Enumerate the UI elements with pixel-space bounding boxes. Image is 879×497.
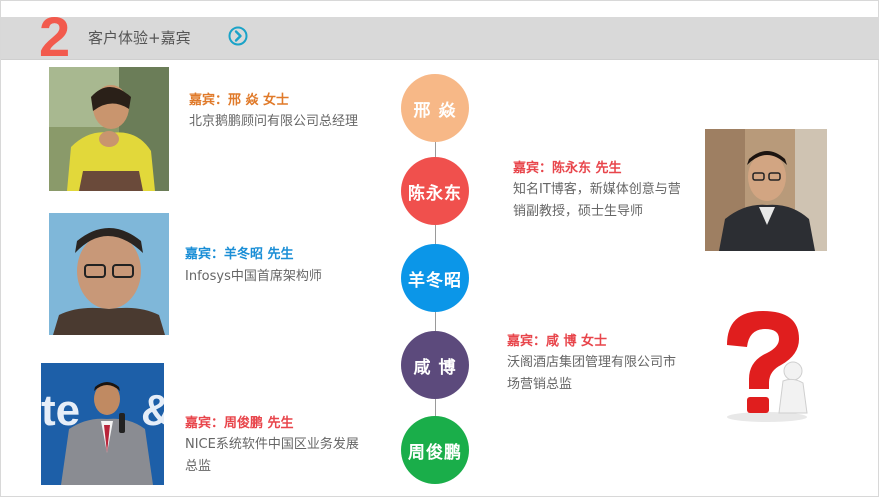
arrow-right-circle-icon[interactable] xyxy=(228,26,248,46)
guest-desc-3: Infosys中国首席架构师 xyxy=(185,269,322,284)
circle-label: 羊冬昭 xyxy=(408,270,462,291)
guest-desc-5: NICE系统软件中国区业务发展总监 xyxy=(185,437,359,474)
guest-desc-4: 沃阁酒店集团管理有限公司市场营销总监 xyxy=(507,355,677,392)
guest-photo-3 xyxy=(49,213,169,335)
circle-guest-4[interactable]: 咸 博 xyxy=(401,331,469,399)
guest-name-4: 嘉宾：咸 博 女士 xyxy=(507,334,608,349)
guest-photo-2 xyxy=(705,129,827,251)
circle-guest-2[interactable]: 陈永东 xyxy=(401,157,469,225)
header-divider xyxy=(1,59,879,60)
guest-name-2: 嘉宾：陈永东 先生 xyxy=(513,161,622,176)
guest-name-3: 嘉宾：羊冬昭 先生 xyxy=(185,247,294,262)
circle-label: 邢 焱 xyxy=(413,100,457,121)
circle-guest-3[interactable]: 羊冬昭 xyxy=(401,244,469,312)
circle-label: 周俊鹏 xyxy=(408,442,462,463)
guest-photo-5: te & xyxy=(41,363,164,485)
circle-guest-5[interactable]: 周俊鹏 xyxy=(401,416,469,484)
slide: 2 客户体验+嘉宾 邢 焱 陈永东 羊冬昭 咸 博 周俊鹏 te 嘉宾：邢 焱 … xyxy=(0,0,879,497)
circle-label: 陈永东 xyxy=(408,183,462,204)
section-title: 客户体验+嘉宾 xyxy=(88,29,191,47)
guest-name-5: 嘉宾：周俊鹏 先生 xyxy=(185,416,294,431)
guest-photo-1 xyxy=(49,67,169,191)
circle-label: 咸 博 xyxy=(413,357,457,378)
section-number: 2 xyxy=(39,5,71,68)
guest-name-1: 嘉宾：邢 焱 女士 xyxy=(189,93,290,108)
question-mark-image xyxy=(707,307,829,427)
circle-guest-1[interactable]: 邢 焱 xyxy=(401,74,469,142)
guest-desc-2: 知名IT博客，新媒体创意与营销副教授，硕士生导师 xyxy=(513,182,681,219)
guest-desc-1: 北京鹅鹏顾问有限公司总经理 xyxy=(189,114,359,129)
svg-text:&: & xyxy=(141,386,164,435)
